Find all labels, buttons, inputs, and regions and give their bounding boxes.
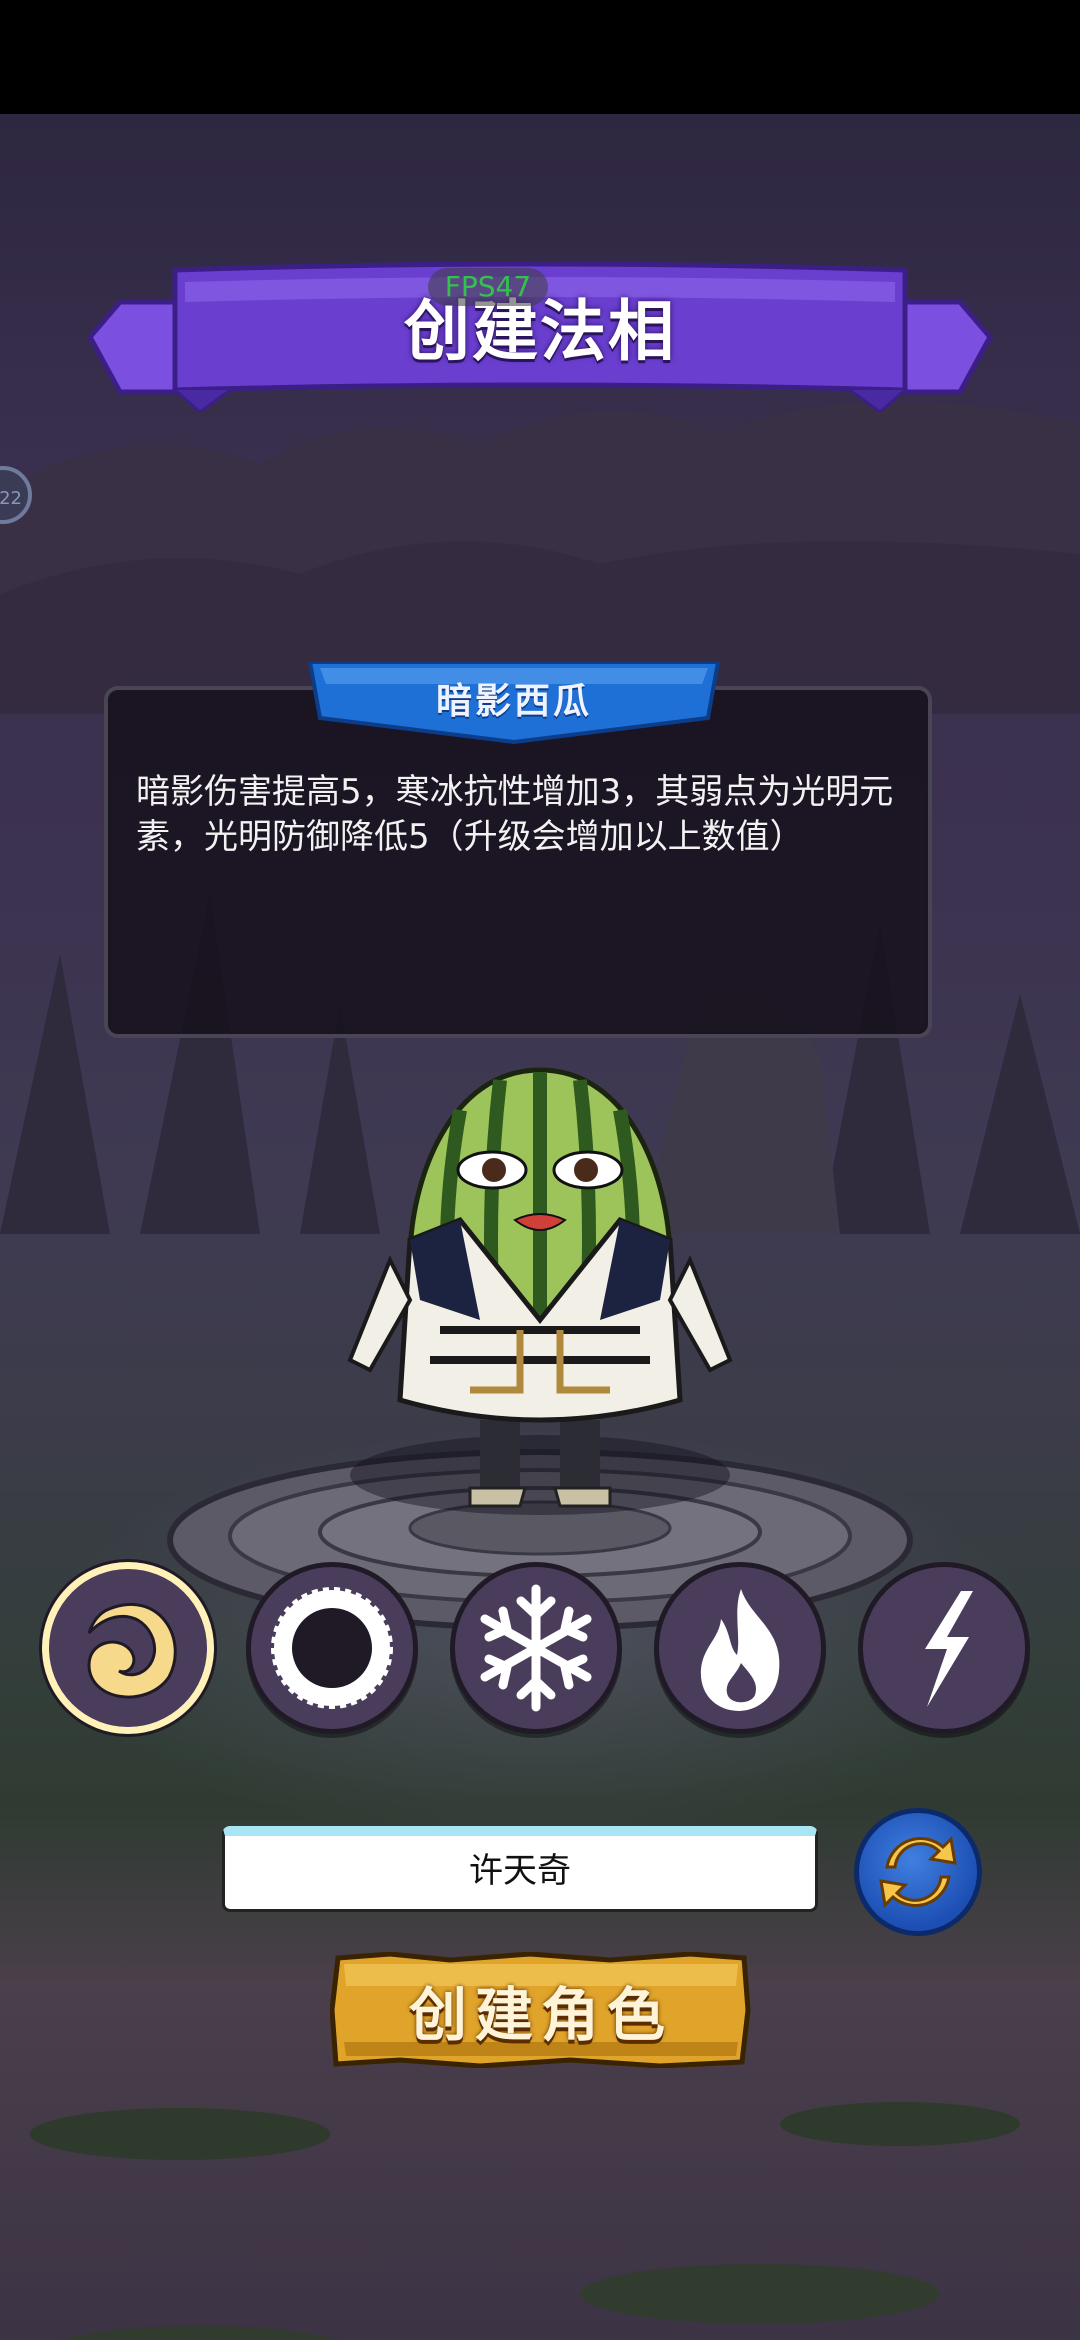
random-name-button[interactable] <box>854 1808 982 1936</box>
crescent-moon-icon <box>87 1602 177 1699</box>
status-bar <box>0 0 1080 114</box>
sun-icon <box>271 1587 393 1709</box>
element-ice-button[interactable] <box>450 1562 622 1734</box>
game-screen: 创建法相 FPS47 22 暗影西瓜 暗影伤害提高5，寒冰抗性增加3，其弱点为光… <box>0 0 1080 2340</box>
element-fire-button[interactable] <box>654 1562 826 1734</box>
element-shadow-button[interactable] <box>42 1562 214 1734</box>
ground-foliage <box>30 2102 1020 2340</box>
element-light-button[interactable] <box>246 1562 418 1734</box>
flame-icon <box>700 1589 780 1711</box>
fps-counter: FPS47 <box>428 268 548 306</box>
character-name-input[interactable]: 许天奇 <box>222 1826 818 1912</box>
element-selector <box>42 1562 1042 1738</box>
snowflake-icon <box>480 1584 592 1712</box>
refresh-icon <box>879 1835 957 1909</box>
lightning-icon <box>925 1591 973 1707</box>
watermelon-character <box>347 1067 733 1515</box>
element-thunder-button[interactable] <box>858 1562 1030 1734</box>
element-title: 暗影西瓜 <box>435 680 592 722</box>
create-character-label: 创建角色 <box>408 1981 673 2049</box>
element-description: 暗影伤害提高5，寒冰抗性增加3，其弱点为光明元素，光明防御降低5（升级会增加以上… <box>136 772 894 857</box>
